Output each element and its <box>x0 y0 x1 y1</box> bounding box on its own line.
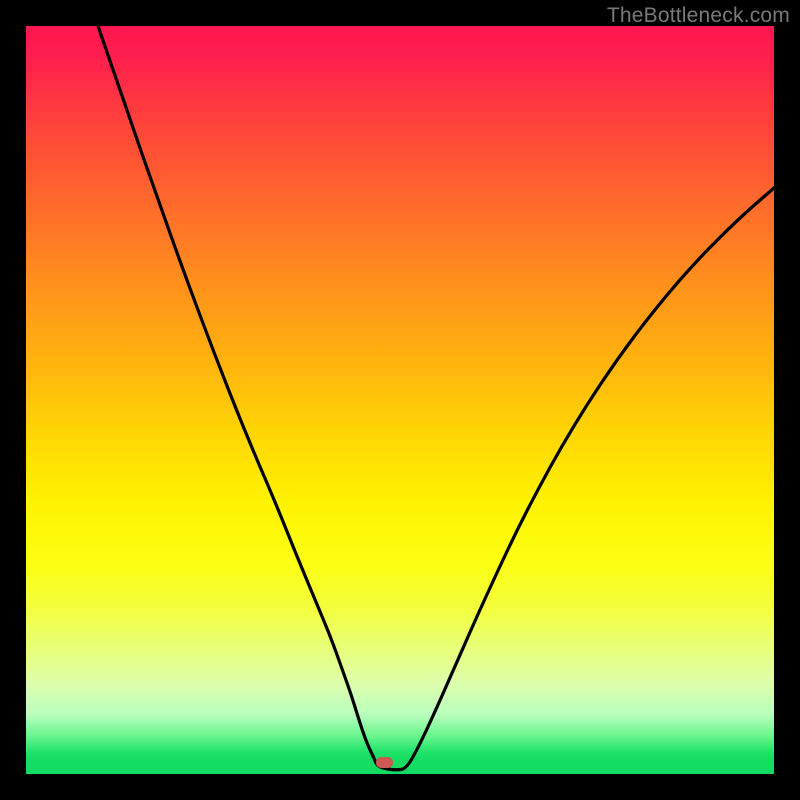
optimal-marker <box>376 757 393 768</box>
watermark-text: TheBottleneck.com <box>607 4 790 28</box>
chart-plot-area <box>26 26 774 774</box>
bottleneck-curve <box>26 26 774 774</box>
